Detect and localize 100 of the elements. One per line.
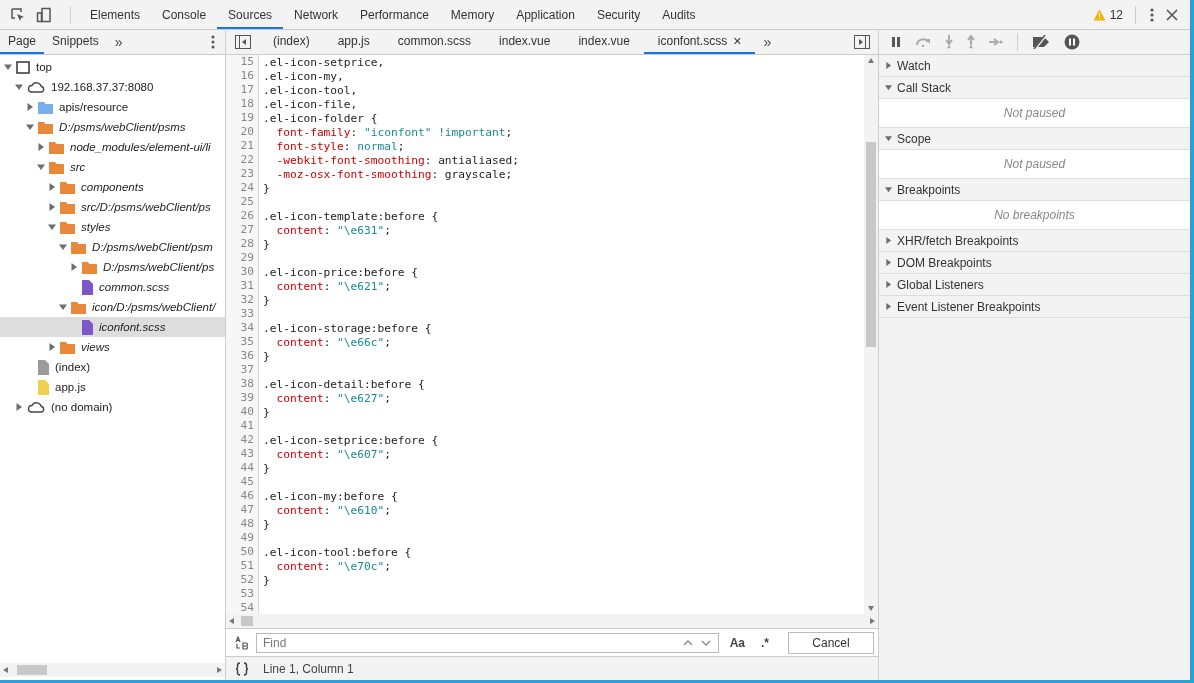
line-number: 31 xyxy=(226,279,259,293)
tree-item[interactable]: 192.168.37.37:8080 xyxy=(0,77,225,97)
expand-arrow-icon[interactable] xyxy=(59,243,67,251)
expand-arrow-icon[interactable] xyxy=(15,83,23,91)
tree-item[interactable]: D:/psms/webClient/psms xyxy=(0,117,225,137)
tree-item[interactable]: styles xyxy=(0,217,225,237)
previous-match-icon[interactable] xyxy=(682,639,693,646)
file-tab[interactable]: common.scss xyxy=(383,30,486,54)
sidebar-toggle-icon[interactable] xyxy=(854,35,870,49)
tree-item[interactable]: (no domain) xyxy=(0,397,225,417)
more-menu-icon[interactable] xyxy=(1150,7,1154,22)
panel-tab[interactable]: Performance xyxy=(349,0,440,29)
expand-arrow-icon[interactable] xyxy=(885,259,892,266)
line-number: 54 xyxy=(226,601,259,614)
expand-arrow-icon[interactable] xyxy=(885,135,892,142)
file-tab[interactable]: index.vue xyxy=(485,30,565,54)
tree-item[interactable]: src xyxy=(0,157,225,177)
next-match-icon[interactable] xyxy=(700,639,711,646)
expand-arrow-icon[interactable] xyxy=(48,343,56,351)
expand-arrow-icon[interactable] xyxy=(885,303,892,310)
file-tab[interactable]: app.js xyxy=(323,30,384,54)
expand-arrow-icon[interactable] xyxy=(885,62,892,69)
line-number: 28 xyxy=(226,237,259,251)
scroll-left-icon[interactable] xyxy=(3,667,8,673)
tree-item[interactable]: src/D:/psms/webClient/ps xyxy=(0,197,225,217)
device-icon[interactable] xyxy=(36,6,52,23)
expand-arrow-icon[interactable] xyxy=(37,163,45,171)
expand-arrow-icon[interactable] xyxy=(885,237,892,244)
panel-tab[interactable]: Elements xyxy=(79,0,152,29)
tree-item[interactable]: D:/psms/webClient/psm xyxy=(0,237,225,257)
pause-on-exceptions-icon[interactable] xyxy=(1064,34,1080,50)
close-icon[interactable] xyxy=(1166,8,1178,21)
expand-arrow-icon[interactable] xyxy=(885,84,892,91)
expand-arrow-icon[interactable] xyxy=(48,223,56,231)
scroll-left-icon[interactable] xyxy=(229,618,234,624)
tree-item[interactable]: components xyxy=(0,177,225,197)
tree-label: (index) xyxy=(55,361,91,373)
panel-tab[interactable]: Application xyxy=(505,0,586,29)
more-tabs-button[interactable]: » xyxy=(106,34,131,50)
cancel-button[interactable]: Cancel xyxy=(788,631,874,654)
tree-item[interactable]: apis/resource xyxy=(0,97,225,117)
line-number: 49 xyxy=(226,531,259,545)
panel-tab[interactable]: Security xyxy=(585,0,652,29)
scrollbar-thumb[interactable] xyxy=(241,616,253,626)
deactivate-breakpoints-icon[interactable] xyxy=(1032,35,1050,49)
expand-arrow-icon[interactable] xyxy=(59,303,67,311)
tree-item[interactable]: top xyxy=(0,57,225,77)
scroll-up-icon[interactable] xyxy=(868,58,874,63)
file-tab[interactable]: index.vue xyxy=(564,30,644,54)
tree-item[interactable]: (index) xyxy=(0,357,225,377)
section-header[interactable]: DOM Breakpoints xyxy=(879,252,1190,274)
expand-arrow-icon[interactable] xyxy=(37,143,45,151)
tree-item[interactable]: node_modules/element-ui/li xyxy=(0,137,225,157)
more-menu-icon[interactable] xyxy=(211,35,215,49)
section-header[interactable]: XHR/fetch Breakpoints xyxy=(879,230,1190,252)
panel-tab[interactable]: Console xyxy=(151,0,218,29)
sidebar-toggle-icon[interactable] xyxy=(235,35,251,49)
regex-button[interactable]: .* xyxy=(756,635,774,650)
match-case-button[interactable]: Aa xyxy=(724,635,750,650)
tree-item[interactable]: views xyxy=(0,337,225,357)
expand-arrow-icon[interactable] xyxy=(48,203,56,211)
warning-count[interactable]: 12 xyxy=(1109,7,1123,22)
panel-tab[interactable]: Network xyxy=(283,0,350,29)
code-line: .el-icon-storage:before { xyxy=(263,321,432,335)
expand-arrow-icon[interactable] xyxy=(4,63,12,71)
section-header[interactable]: Watch xyxy=(879,55,1190,77)
pause-icon[interactable] xyxy=(891,37,901,47)
expand-arrow-icon[interactable] xyxy=(26,123,34,131)
navigator-tab[interactable]: Snippets xyxy=(44,30,107,54)
expand-arrow-icon[interactable] xyxy=(26,103,34,111)
replace-toggle-icon[interactable] xyxy=(234,635,250,650)
format-icon[interactable] xyxy=(235,661,249,676)
tree-item[interactable]: app.js xyxy=(0,377,225,397)
section-header[interactable]: Event Listener Breakpoints xyxy=(879,296,1190,318)
panel-tab[interactable]: Memory xyxy=(439,0,506,29)
tree-item[interactable]: common.scss xyxy=(0,277,225,297)
find-field[interactable]: Find xyxy=(256,632,719,653)
scrollbar-thumb[interactable] xyxy=(866,142,876,347)
more-tabs-button[interactable]: » xyxy=(755,34,780,50)
file-tab[interactable]: iconfont.scss × xyxy=(643,30,756,54)
section-header[interactable]: Global Listeners xyxy=(879,274,1190,296)
expand-arrow-icon[interactable] xyxy=(885,186,892,193)
scroll-down-icon[interactable] xyxy=(868,606,874,611)
panel-tab[interactable]: Audits xyxy=(651,0,707,29)
file-tab[interactable]: (index) xyxy=(259,30,324,54)
expand-arrow-icon[interactable] xyxy=(48,183,56,191)
line-number: 20 xyxy=(226,125,259,139)
expand-arrow-icon[interactable] xyxy=(70,263,78,271)
expand-arrow-icon[interactable] xyxy=(885,281,892,288)
tree-item[interactable]: D:/psms/webClient/ps xyxy=(0,257,225,277)
inspect-icon[interactable] xyxy=(10,6,26,23)
tree-item[interactable]: iconfont.scss xyxy=(0,317,225,337)
tree-item[interactable]: icon/D:/psms/webClient/ xyxy=(0,297,225,317)
code-line: .el-icon-tool, xyxy=(263,83,358,97)
expand-arrow-icon[interactable] xyxy=(15,403,23,411)
scroll-right-icon[interactable] xyxy=(870,618,875,624)
scroll-right-icon[interactable] xyxy=(217,667,222,673)
code-line: font-family: "iconfont" !important; xyxy=(275,125,513,139)
scrollbar-thumb[interactable] xyxy=(17,665,47,675)
navigator-tab[interactable]: Page xyxy=(0,30,45,54)
